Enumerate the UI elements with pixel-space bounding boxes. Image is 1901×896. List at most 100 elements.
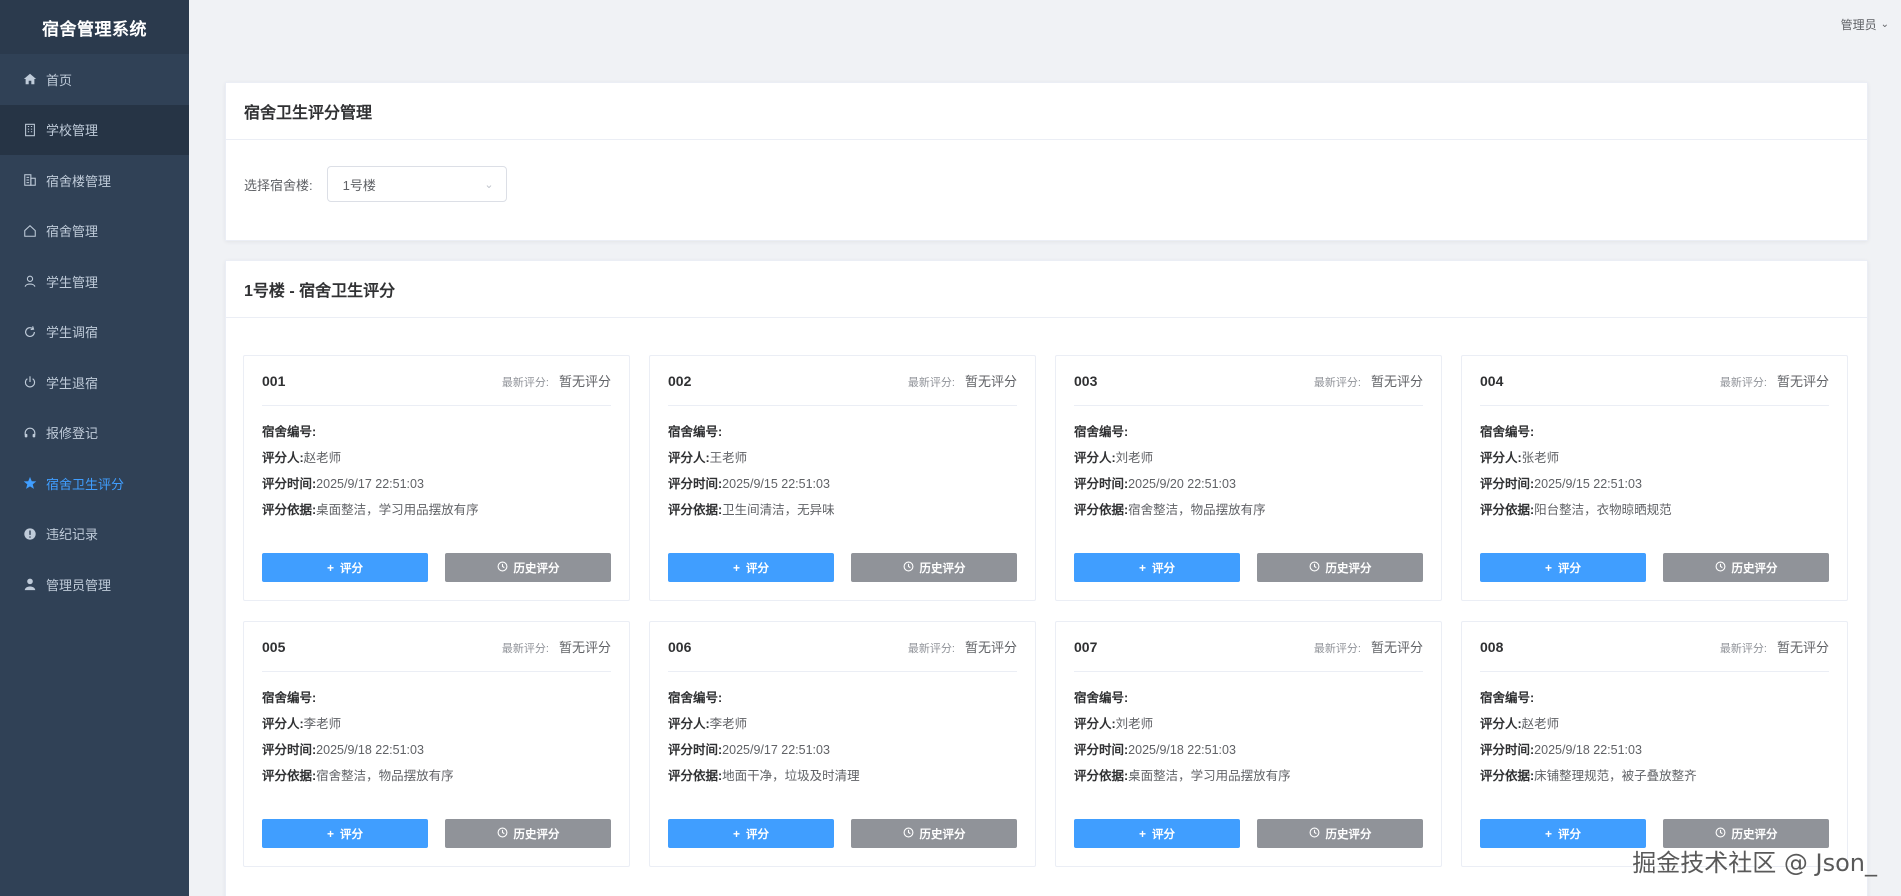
basis-value: 卫生间清洁，无异味	[722, 503, 835, 517]
clock-icon	[903, 561, 914, 575]
rater-label: 评分人:	[262, 451, 304, 465]
person-icon	[22, 576, 38, 592]
basis-value: 床铺整理规范，被子叠放整齐	[1534, 769, 1697, 783]
time-value: 2025/9/15 22:51:03	[1534, 477, 1642, 491]
room-number: 004	[1480, 372, 1504, 389]
basis-line: 评分依据:桌面整洁，学习用品摆放有序	[262, 497, 611, 523]
rate-button[interactable]: + 评分	[1074, 819, 1240, 848]
clock-icon	[1715, 561, 1726, 575]
room-card-body: 宿舍编号: 评分人:李老师 评分时间:2025/9/18 22:51:03 评分依据:…	[262, 672, 611, 789]
sidebar-item-label: 学生管理	[46, 274, 99, 290]
time-label: 评分时间:	[668, 477, 723, 491]
sidebar-item-checkout[interactable]: 学生退宿	[0, 357, 189, 408]
rate-button[interactable]: + 评分	[1480, 553, 1646, 582]
room-code-line: 宿舍编号:	[1480, 685, 1829, 711]
sidebar-item-admin[interactable]: 管理员管理	[0, 559, 189, 610]
latest-score: 最新评分: 暂无评分	[502, 371, 611, 390]
rate-button-label: 评分	[1558, 562, 1581, 575]
room-number: 001	[262, 372, 286, 389]
room-code-label: 宿舍编号:	[262, 691, 317, 705]
plus-icon: +	[326, 560, 334, 575]
rate-button-label: 评分	[1152, 828, 1175, 841]
basis-line: 评分依据:宿舍整洁，物品摆放有序	[262, 763, 611, 789]
time-value: 2025/9/17 22:51:03	[316, 477, 424, 491]
rate-button[interactable]: + 评分	[668, 553, 834, 582]
rate-button[interactable]: + 评分	[262, 553, 428, 582]
room-card-body: 宿舍编号: 评分人:张老师 评分时间:2025/9/15 22:51:03 评分依据:…	[1480, 406, 1829, 523]
clock-icon	[1715, 827, 1726, 841]
sidebar-item-building[interactable]: 宿舍楼管理	[0, 155, 189, 206]
rater-value: 李老师	[303, 717, 342, 731]
sidebar-item-repair[interactable]: 报修登记	[0, 408, 189, 459]
rater-line: 评分人:刘老师	[1074, 711, 1423, 737]
rater-line: 评分人:赵老师	[1480, 711, 1829, 737]
home-icon	[22, 71, 38, 87]
room-card: 008 最新评分: 暂无评分宿舍编号: 评分人:赵老师 评分时间:2025/9/18 2…	[1461, 621, 1848, 867]
sidebar-item-violation[interactable]: 违纪记录	[0, 509, 189, 560]
room-code-label: 宿舍编号:	[1074, 691, 1129, 705]
rate-button[interactable]: + 评分	[262, 819, 428, 848]
room-card-header: 006 最新评分: 暂无评分	[668, 622, 1017, 672]
history-button[interactable]: 历史评分	[1257, 553, 1423, 582]
sidebar-item-label: 违纪记录	[46, 527, 99, 543]
plus-icon: +	[732, 826, 740, 841]
rater-label: 评分人:	[1074, 717, 1116, 731]
room-card-actions: + 评分 历史评分	[668, 553, 1017, 582]
sidebar-item-hygiene[interactable]: 宿舍卫生评分	[0, 458, 189, 509]
history-button[interactable]: 历史评分	[1663, 553, 1829, 582]
latest-score-label: 最新评分:	[1719, 643, 1767, 655]
rater-value: 赵老师	[303, 451, 342, 465]
basis-line: 评分依据:桌面整洁，学习用品摆放有序	[1074, 763, 1423, 789]
scores-panel: 1号楼 - 宿舍卫生评分 001 最新评分: 暂无评分 宿舍编号: 评分人:赵老师 评分时…	[225, 260, 1868, 896]
building-select-label: 选择宿舍楼:	[244, 177, 313, 193]
sidebar-item-dorm[interactable]: 宿舍管理	[0, 206, 189, 257]
room-card-header: 001 最新评分: 暂无评分	[262, 356, 611, 406]
time-label: 评分时间:	[1480, 477, 1535, 491]
time-label: 评分时间:	[262, 477, 317, 491]
time-label: 评分时间:	[1074, 743, 1129, 757]
plus-icon: +	[1138, 826, 1146, 841]
time-label: 评分时间:	[262, 743, 317, 757]
sidebar-item-label: 宿舍管理	[46, 224, 99, 240]
sidebar-item-transfer[interactable]: 学生调宿	[0, 307, 189, 358]
history-button[interactable]: 历史评分	[1257, 819, 1423, 848]
latest-score-value: 暂无评分	[558, 640, 611, 655]
sidebar-item-label: 管理员管理	[46, 577, 112, 593]
rater-line: 评分人:刘老师	[1074, 445, 1423, 471]
rate-button-label: 评分	[746, 562, 769, 575]
rater-label: 评分人:	[1480, 451, 1522, 465]
rate-button[interactable]: + 评分	[1074, 553, 1240, 582]
sidebar-item-home[interactable]: 首页	[0, 54, 189, 105]
building-select[interactable]: 1号楼 ⌄	[326, 166, 507, 202]
time-line: 评分时间:2025/9/18 22:51:03	[1480, 737, 1829, 763]
rate-button[interactable]: + 评分	[668, 819, 834, 848]
sidebar-item-school[interactable]: 学校管理	[0, 104, 189, 155]
room-card-body: 宿舍编号: 评分人:刘老师 评分时间:2025/9/20 22:51:03 评分依据:…	[1074, 406, 1423, 523]
sidebar-item-label: 宿舍楼管理	[46, 173, 112, 189]
room-number: 005	[262, 638, 286, 655]
time-value: 2025/9/15 22:51:03	[722, 477, 830, 491]
basis-label: 评分依据:	[1074, 769, 1129, 783]
rate-button[interactable]: + 评分	[1480, 819, 1646, 848]
room-card-header: 008 最新评分: 暂无评分	[1480, 622, 1829, 672]
user-dropdown[interactable]: 管理员 ⌄	[1841, 16, 1889, 33]
sidebar-item-label: 首页	[46, 72, 73, 88]
scores-panel-title: 1号楼 - 宿舍卫生评分	[226, 261, 1867, 318]
sidebar-nav: 首页 学校管理 宿舍楼管理 宿舍管理 学生管理 学生调宿 学生退宿 报修登记 宿…	[0, 54, 189, 610]
filter-panel-title: 宿舍卫生评分管理	[226, 83, 1867, 140]
room-code-label: 宿舍编号:	[668, 691, 723, 705]
room-card-header: 004 最新评分: 暂无评分	[1480, 356, 1829, 406]
basis-line: 评分依据:阳台整洁，衣物晾晒规范	[1480, 497, 1829, 523]
time-line: 评分时间:2025/9/18 22:51:03	[1074, 737, 1423, 763]
room-card: 003 最新评分: 暂无评分 宿舍编号: 评分人:刘老师 评分时间:2025/9/20 2…	[1055, 355, 1442, 601]
history-button[interactable]: 历史评分	[851, 819, 1017, 848]
history-button[interactable]: 历史评分	[445, 553, 611, 582]
rater-line: 评分人:张老师	[1480, 445, 1829, 471]
sidebar-item-student[interactable]: 学生管理	[0, 256, 189, 307]
time-value: 2025/9/18 22:51:03	[1128, 743, 1236, 757]
top-header: 管理员 ⌄	[189, 0, 1901, 48]
history-button-label: 历史评分	[1325, 828, 1372, 841]
history-button[interactable]: 历史评分	[445, 819, 611, 848]
room-code-line: 宿舍编号:	[1074, 419, 1423, 445]
history-button[interactable]: 历史评分	[851, 553, 1017, 582]
